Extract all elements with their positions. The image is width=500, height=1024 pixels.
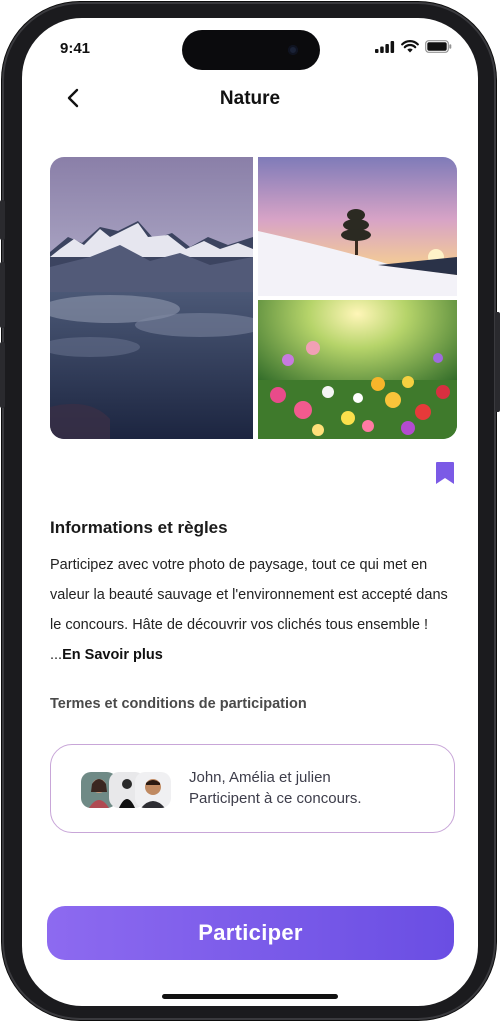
participants-card: John, Amélia et julien Participent à ce …: [50, 744, 455, 833]
home-indicator[interactable]: [162, 994, 338, 999]
app-screen: 9:41 Nature Informations et règles Parti…: [22, 18, 478, 1006]
participate-button[interactable]: Participer: [47, 906, 454, 960]
participants-text: John, Amélia et julien Participent à ce …: [189, 767, 362, 809]
status-time: 9:41: [60, 40, 91, 57]
description-text: Participez avec votre photo de paysage, …: [50, 550, 455, 670]
bookmark-icon: [436, 462, 454, 484]
read-more-link[interactable]: En Savoir plus: [62, 647, 163, 663]
signal-icon: [375, 40, 395, 53]
terms-link[interactable]: Termes et conditions de participation: [50, 696, 307, 712]
camera-icon: [288, 45, 298, 55]
battery-icon: [425, 40, 452, 53]
wifi-icon: [401, 40, 419, 53]
snowy-tree-photo[interactable]: [258, 157, 457, 296]
avatar: [135, 772, 171, 808]
status-icons: [375, 40, 452, 53]
mountain-photo[interactable]: [50, 157, 253, 439]
participants-names: John, Amélia et julien: [189, 769, 331, 786]
photo-gallery: [50, 157, 457, 439]
power-button: [495, 312, 500, 412]
volume-up-button: [0, 262, 5, 328]
action-button: [0, 200, 5, 240]
section-title: Informations et règles: [50, 518, 228, 537]
participants-status: Participent à ce concours.: [189, 790, 362, 807]
dynamic-island: [182, 30, 320, 70]
flowers-photo[interactable]: [258, 300, 457, 439]
page-title: Nature: [219, 88, 281, 109]
volume-down-button: [0, 342, 5, 408]
bookmark-button[interactable]: [434, 460, 456, 486]
